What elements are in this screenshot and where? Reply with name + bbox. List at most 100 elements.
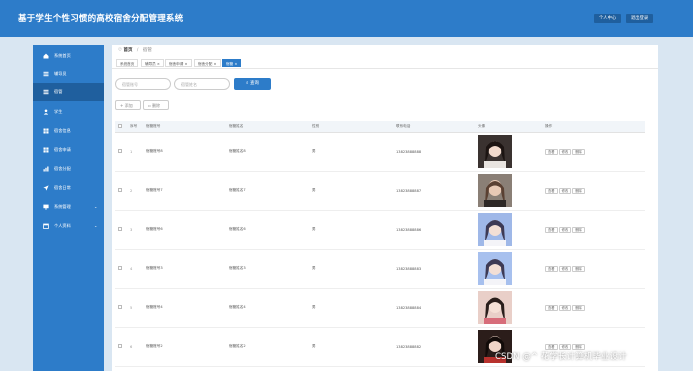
row-index: 2 — [127, 171, 143, 211]
row-checkbox[interactable] — [118, 188, 122, 192]
row-checkbox[interactable] — [118, 227, 122, 231]
row-delete-button[interactable]: 删除 — [572, 304, 585, 311]
edit-button[interactable]: 修改 — [558, 226, 572, 233]
name-search-input[interactable]: 宿管姓名 — [174, 78, 230, 90]
view-button[interactable]: 查看 — [545, 343, 558, 350]
row-delete-button[interactable]: 删除 — [572, 226, 585, 233]
row-phone: 13823888887 — [393, 171, 475, 211]
list-icon — [43, 71, 49, 77]
row-phone: 13823888888 — [393, 132, 475, 172]
table-row: 4 宿管账号3 宿管姓名3 男 13823888883 查看 修改 删除 — [115, 249, 645, 289]
row-checkbox[interactable] — [118, 149, 122, 153]
tab-dorm-apply[interactable]: 宿舍申请 × — [165, 59, 192, 67]
sidebar-item-label: 宿舍分配 — [54, 166, 71, 171]
add-button-label: 添加 — [124, 103, 133, 108]
sidebar-item-label: 宿舍信息 — [54, 128, 71, 133]
row-phone: 13823888886 — [393, 210, 475, 250]
row-index: 5 — [127, 288, 143, 328]
delete-button[interactable]: ▫ 删除 — [143, 100, 169, 110]
row-delete-button[interactable]: 删除 — [572, 187, 585, 194]
sidebar-item-label: 学生 — [54, 109, 63, 114]
breadcrumb-separator: / — [136, 48, 139, 53]
table-row: 3 宿管账号6 宿管姓名6 男 13823888886 查看 修改 删除 — [115, 210, 645, 250]
row-index: 1 — [127, 132, 143, 172]
sidebar-item-label: 系统首页 — [54, 53, 71, 58]
system-title: 基于学生个性习惯的高校宿舍分配管理系统 — [18, 14, 184, 24]
row-avatar-cell — [475, 171, 542, 211]
row-delete-button[interactable]: 删除 — [572, 148, 585, 155]
row-name: 宿管姓名2 — [226, 327, 309, 367]
header-actions: 操作 — [542, 121, 645, 133]
sidebar-item-dorm-manager[interactable]: 宿管 — [33, 83, 104, 101]
row-avatar-cell — [475, 132, 542, 172]
sidebar-item-counselor[interactable]: 辅导员 — [33, 65, 104, 83]
view-button[interactable]: 查看 — [545, 265, 558, 272]
sidebar-item-home[interactable]: 系统首页 — [33, 47, 104, 65]
edit-button[interactable]: 修改 — [558, 304, 572, 311]
main-content: ♡ 首页 / 宿管 系统首页 辅导员 × 宿舍申请 × 宿舍分配 × 宿管 × … — [112, 45, 658, 371]
select-all-checkbox[interactable] — [118, 123, 122, 128]
view-button[interactable]: 查看 — [545, 187, 558, 194]
search-button[interactable]: ⌕ 查询 — [234, 78, 271, 90]
row-name: 宿管姓名3 — [226, 249, 309, 289]
tab-dorm-assign[interactable]: 宿舍分配 × — [194, 59, 221, 67]
row-checkbox[interactable] — [118, 344, 122, 348]
breadcrumb-home[interactable]: 首页 — [123, 48, 132, 53]
list-icon — [43, 89, 49, 95]
view-button[interactable]: 查看 — [545, 148, 558, 155]
row-phone: 13823888884 — [393, 288, 475, 328]
logout-button[interactable]: 退出登录 — [626, 14, 654, 23]
plus-icon: + — [120, 103, 124, 108]
sidebar-item-dorm-assign[interactable]: 宿舍分配 — [33, 160, 104, 178]
monitor-icon — [43, 204, 49, 210]
sidebar-item-student[interactable]: 学生 — [33, 103, 104, 121]
row-gender: 男 — [309, 210, 393, 250]
tab-counselor[interactable]: 辅导员 × — [141, 59, 164, 67]
tab-dorm-manager[interactable]: 宿管 × — [222, 59, 242, 67]
sidebar-item-label: 个人资料 — [54, 223, 71, 228]
row-delete-button[interactable]: 删除 — [572, 343, 585, 350]
header-index: 序号 — [127, 121, 143, 133]
sidebar: 系统首页 辅导员 宿管 学生 宿舍信息 宿舍申请 宿舍分配 宿舍日常 系统管理 … — [33, 45, 104, 371]
manager-table: 序号 宿管账号 宿管姓名 性别 联系电话 头像 操作 1 宿管账号8 宿管姓名8… — [115, 121, 645, 367]
calendar-icon — [43, 223, 49, 229]
header-checkbox-cell[interactable] — [115, 121, 127, 133]
sidebar-item-label: 宿管 — [54, 89, 63, 94]
edit-button[interactable]: 修改 — [558, 343, 572, 350]
table-header-row: 序号 宿管账号 宿管姓名 性别 联系电话 头像 操作 — [115, 121, 645, 133]
view-button[interactable]: 查看 — [545, 304, 558, 311]
header-account: 宿管账号 — [143, 121, 226, 133]
header-gender: 性别 — [309, 121, 393, 133]
row-actions: 查看 修改 删除 — [542, 249, 645, 289]
profile-button[interactable]: 个人中心 — [594, 14, 622, 23]
sidebar-item-dorm-info[interactable]: 宿舍信息 — [33, 122, 104, 140]
grid-icon — [43, 147, 49, 153]
row-avatar-cell — [475, 249, 542, 289]
sidebar-item-dorm-daily[interactable]: 宿舍日常 — [33, 179, 104, 197]
add-button[interactable]: + 添加 — [115, 100, 141, 110]
table-row: 2 宿管账号7 宿管姓名7 男 13823888887 查看 修改 删除 — [115, 171, 645, 211]
row-checkbox[interactable] — [118, 266, 122, 270]
header-avatar: 头像 — [475, 121, 542, 133]
send-icon — [43, 185, 49, 191]
row-name: 宿管姓名6 — [226, 210, 309, 250]
tab-home[interactable]: 系统首页 — [116, 59, 139, 67]
sidebar-item-system[interactable]: 系统管理 ⌄ — [33, 198, 104, 216]
row-checkbox[interactable] — [118, 305, 122, 309]
edit-button[interactable]: 修改 — [558, 265, 572, 272]
delete-button-label: 删除 — [152, 103, 160, 108]
view-button[interactable]: 查看 — [545, 226, 558, 233]
breadcrumb: ♡ 首页 / 宿管 — [118, 48, 152, 54]
row-account: 宿管账号4 — [143, 288, 226, 328]
account-search-input[interactable]: 宿管账号 — [115, 78, 171, 90]
row-name: 宿管姓名7 — [226, 171, 309, 211]
person-icon — [43, 109, 49, 115]
table-row: 5 宿管账号4 宿管姓名4 男 13823888884 查看 修改 删除 — [115, 288, 645, 328]
row-delete-button[interactable]: 删除 — [572, 265, 585, 272]
edit-button[interactable]: 修改 — [558, 148, 572, 155]
avatar-image — [478, 135, 512, 168]
edit-button[interactable]: 修改 — [558, 187, 572, 194]
grid-icon — [43, 128, 49, 134]
sidebar-item-dorm-apply[interactable]: 宿舍申请 — [33, 141, 104, 159]
sidebar-item-profile[interactable]: 个人资料 ⌄ — [33, 217, 104, 235]
